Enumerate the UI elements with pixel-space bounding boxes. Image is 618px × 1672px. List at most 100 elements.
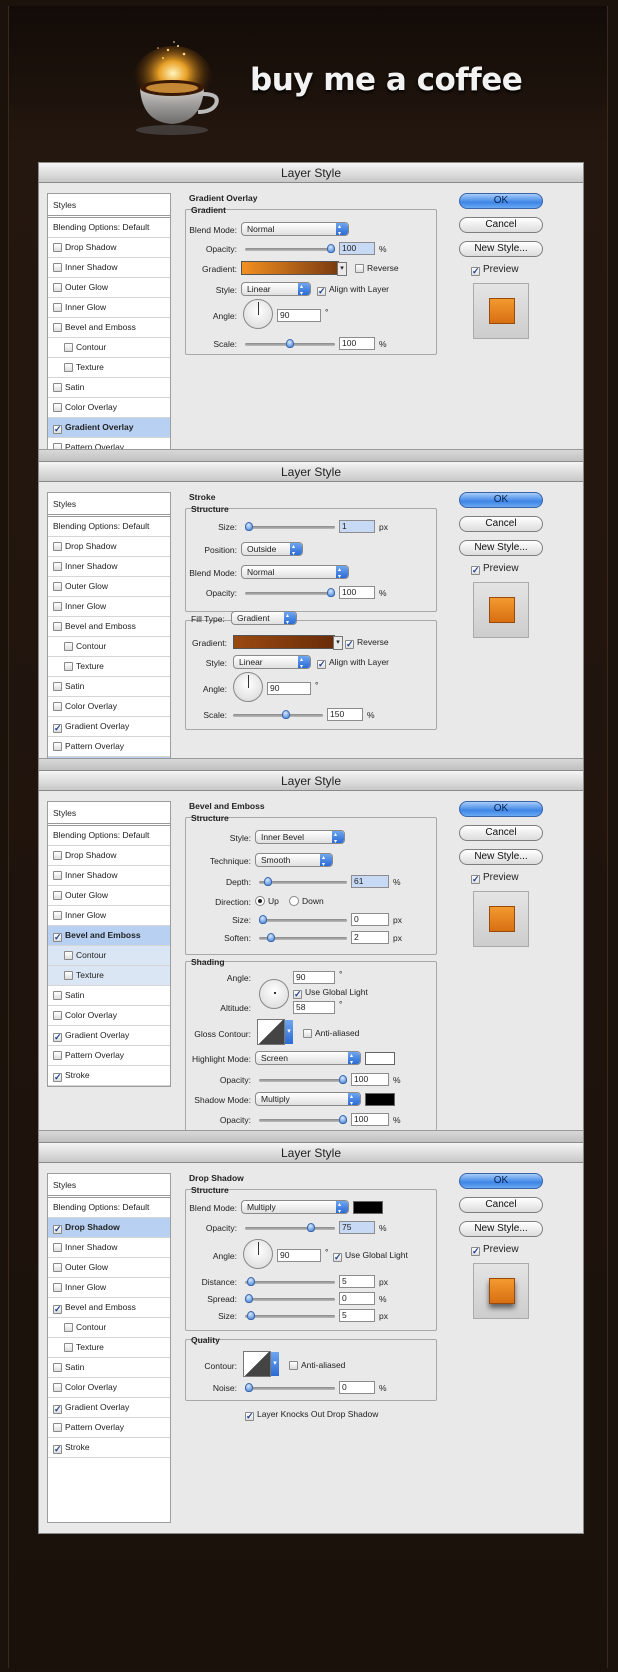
scale-field[interactable]: 100 xyxy=(339,337,375,350)
noise-field[interactable]: 0 xyxy=(339,1381,375,1394)
checkbox-icon[interactable] xyxy=(53,991,62,1000)
distance-slider[interactable] xyxy=(245,1277,335,1286)
checkbox-icon[interactable] xyxy=(53,702,62,711)
checkbox-icon[interactable] xyxy=(289,1361,298,1370)
ok-button[interactable]: OK xyxy=(459,1173,543,1189)
preview-checkbox[interactable]: ✓ Preview xyxy=(471,872,519,884)
sidebar-item-color-overlay[interactable]: Color Overlay xyxy=(48,1378,170,1398)
depth-slider[interactable] xyxy=(259,877,347,886)
sidebar-item-texture[interactable]: Texture xyxy=(48,657,170,677)
sidebar-item-gradient-overlay[interactable]: ✓ Gradient Overlay xyxy=(48,717,170,737)
opacity-slider-knob[interactable] xyxy=(307,1223,315,1232)
sidebar-blending-options[interactable]: Blending Options: Default xyxy=(48,1198,170,1218)
soften-field[interactable]: 2 xyxy=(351,931,389,944)
shadow-opacity-slider-knob[interactable] xyxy=(339,1115,347,1124)
sidebar-item-color-overlay[interactable]: Color Overlay xyxy=(48,697,170,717)
sidebar-item-outer-glow[interactable]: Outer Glow xyxy=(48,1258,170,1278)
radio-icon[interactable] xyxy=(289,896,299,906)
highlight-opacity-slider[interactable] xyxy=(259,1075,347,1084)
preview-checkbox[interactable]: ✓ Preview xyxy=(471,563,519,575)
angle-dial[interactable] xyxy=(243,1239,273,1269)
cancel-button[interactable]: Cancel xyxy=(459,1197,543,1213)
checkbox-icon[interactable] xyxy=(303,1029,312,1038)
sidebar-item-inner-shadow[interactable]: Inner Shadow xyxy=(48,557,170,577)
sidebar-item-outer-glow[interactable]: Outer Glow xyxy=(48,577,170,597)
checkbox-icon[interactable] xyxy=(53,542,62,551)
checkbox-icon[interactable] xyxy=(53,1363,62,1372)
spread-field[interactable]: 0 xyxy=(339,1292,375,1305)
ok-button[interactable]: OK xyxy=(459,801,543,817)
blend-mode-select[interactable]: Normal xyxy=(241,222,349,236)
size-slider-knob[interactable] xyxy=(245,522,253,531)
checkbox-icon[interactable]: ✓ xyxy=(471,566,480,575)
scale-slider-knob[interactable] xyxy=(282,710,290,719)
angle-altitude-dial[interactable] xyxy=(259,979,289,1009)
checkbox-icon[interactable] xyxy=(64,951,73,960)
checkbox-icon[interactable] xyxy=(53,562,62,571)
size-field[interactable]: 1 xyxy=(339,520,375,533)
sidebar-item-contour[interactable]: Contour xyxy=(48,1318,170,1338)
angle-field[interactable]: 90 xyxy=(277,1249,321,1262)
distance-slider-knob[interactable] xyxy=(247,1277,255,1286)
checkbox-icon[interactable]: ✓ xyxy=(317,660,326,669)
checkbox-icon[interactable] xyxy=(53,323,62,332)
sidebar-item-drop-shadow[interactable]: Drop Shadow xyxy=(48,238,170,258)
new-style-button[interactable]: New Style... xyxy=(459,849,543,865)
opacity-field[interactable]: 75 xyxy=(339,1221,375,1234)
size-slider[interactable] xyxy=(245,522,335,531)
checkbox-icon[interactable] xyxy=(64,642,73,651)
cancel-button[interactable]: Cancel xyxy=(459,217,543,233)
sidebar-item-texture[interactable]: Texture xyxy=(48,1338,170,1358)
checkbox-icon[interactable] xyxy=(53,403,62,412)
checkbox-icon[interactable] xyxy=(53,283,62,292)
checkbox-icon[interactable]: ✓ xyxy=(53,1033,62,1042)
size-slider-knob[interactable] xyxy=(247,1311,255,1320)
checkbox-icon[interactable] xyxy=(53,891,62,900)
shadow-color-swatch[interactable] xyxy=(353,1201,383,1214)
direction-down-radio[interactable]: Down xyxy=(289,896,324,906)
preview-checkbox[interactable]: ✓ Preview xyxy=(471,264,519,276)
checkbox-icon[interactable] xyxy=(53,263,62,272)
highlight-opacity-slider-knob[interactable] xyxy=(339,1075,347,1084)
sidebar-item-satin[interactable]: Satin xyxy=(48,677,170,697)
gradient-picker[interactable] xyxy=(233,635,343,650)
checkbox-icon[interactable] xyxy=(53,303,62,312)
opacity-slider[interactable] xyxy=(245,588,335,597)
opacity-slider[interactable] xyxy=(245,244,335,253)
angle-field[interactable]: 90 xyxy=(293,971,335,984)
blend-mode-select[interactable]: Multiply xyxy=(241,1200,349,1214)
sidebar-item-outer-glow[interactable]: Outer Glow xyxy=(48,886,170,906)
depth-slider-knob[interactable] xyxy=(264,877,272,886)
sidebar-item-contour[interactable]: Contour xyxy=(48,946,170,966)
spread-slider[interactable] xyxy=(245,1294,335,1303)
sidebar-item-drop-shadow[interactable]: Drop Shadow xyxy=(48,846,170,866)
sidebar-item-bevel-and-emboss[interactable]: Bevel and Emboss xyxy=(48,617,170,637)
align-checkbox[interactable]: ✓ Align with Layer xyxy=(317,657,389,669)
opacity-slider[interactable] xyxy=(245,1223,335,1232)
depth-field[interactable]: 61 xyxy=(351,875,389,888)
ok-button[interactable]: OK xyxy=(459,193,543,209)
sidebar-item-inner-shadow[interactable]: Inner Shadow xyxy=(48,258,170,278)
checkbox-icon[interactable]: ✓ xyxy=(53,1405,62,1414)
sidebar-item-contour[interactable]: Contour xyxy=(48,637,170,657)
checkbox-icon[interactable]: ✓ xyxy=(53,724,62,733)
checkbox-icon[interactable] xyxy=(64,1343,73,1352)
checkbox-icon[interactable] xyxy=(355,264,364,273)
sidebar-styles-header[interactable]: Styles xyxy=(48,1174,170,1198)
blend-mode-select[interactable]: Normal xyxy=(241,565,349,579)
checkbox-icon[interactable] xyxy=(64,662,73,671)
scale-field[interactable]: 150 xyxy=(327,708,363,721)
anti-aliased-checkbox[interactable]: Anti-aliased xyxy=(289,1360,345,1370)
position-select[interactable]: Outside xyxy=(241,542,303,556)
angle-field[interactable]: 90 xyxy=(267,682,311,695)
checkbox-icon[interactable]: ✓ xyxy=(293,990,302,999)
sidebar-item-pattern-overlay[interactable]: Pattern Overlay xyxy=(48,737,170,757)
sidebar-item-stroke[interactable]: ✓Stroke xyxy=(48,1066,170,1086)
sidebar-item-satin[interactable]: Satin xyxy=(48,1358,170,1378)
sidebar-styles-header[interactable]: Styles xyxy=(48,194,170,218)
style-select[interactable]: Linear xyxy=(241,282,311,296)
opacity-slider-knob[interactable] xyxy=(327,588,335,597)
opacity-slider-knob[interactable] xyxy=(327,244,335,253)
shadow-opacity-field[interactable]: 100 xyxy=(351,1113,389,1126)
angle-dial[interactable] xyxy=(243,299,273,329)
